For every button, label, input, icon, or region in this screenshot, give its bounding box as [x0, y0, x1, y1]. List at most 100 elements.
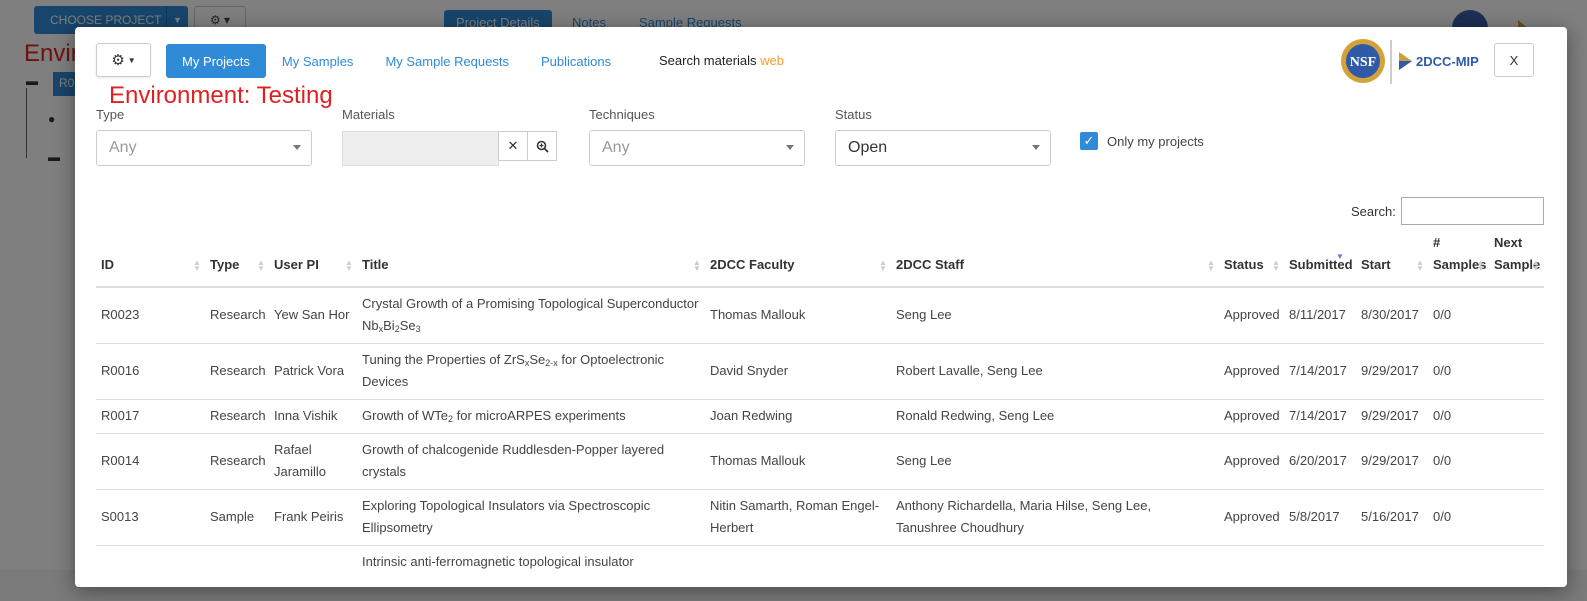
col-header-label: 2DCC Faculty — [710, 257, 795, 272]
col-header-title[interactable]: Title ▲ ▼ — [357, 232, 705, 288]
projects-modal: ⚙ ▼ My Projects My Samples My Sample Req… — [75, 27, 1567, 601]
cell-faculty: David Snyder — [705, 342, 891, 399]
cell-title: Growth of WTe2 for microARPES experiment… — [357, 398, 705, 433]
nav-publications[interactable]: Publications — [525, 44, 627, 78]
cell-pi: Frank Peiris — [269, 488, 357, 545]
check-icon: ✓ — [1083, 133, 1095, 148]
cell-type: Research — [205, 342, 269, 399]
status-filter-label: Status — [835, 107, 872, 122]
col-header-type[interactable]: Type ▲ ▼ — [205, 232, 269, 288]
cell-submitted: 7/14/2017 — [1284, 398, 1356, 433]
title-part: Se — [399, 318, 416, 334]
cell-pi — [269, 544, 357, 601]
sort-icon: ▲ ▼ — [693, 258, 701, 273]
table-search-input[interactable] — [1401, 197, 1544, 225]
sort-icon: ▲ ▼ — [1532, 258, 1540, 273]
techniques-filter-label: Techniques — [589, 107, 655, 122]
col-header-faculty[interactable]: 2DCC Faculty ▲ ▼ — [705, 232, 891, 288]
cell-samples: 0/0 — [1428, 342, 1489, 399]
sort-icon: ▲ ▼ — [1272, 258, 1280, 273]
title-part: Se — [529, 352, 546, 367]
settings-menu-button[interactable]: ⚙ ▼ — [96, 43, 151, 77]
col-header-label: Title — [362, 257, 389, 272]
clear-materials-button[interactable]: ✕ — [498, 131, 528, 161]
cell-title: Exploring Topological Insulators via Spe… — [357, 488, 705, 545]
cell-next-sample — [1489, 342, 1544, 399]
col-header-label: Status — [1224, 257, 1264, 272]
sort-icon: ▲ ▼ — [1207, 258, 1215, 273]
col-header-start[interactable]: Start ▲ ▼ — [1356, 232, 1428, 288]
cell-title: Tuning the Properties of ZrSxSe2-x for O… — [357, 342, 705, 399]
status-select[interactable]: Open — [835, 130, 1051, 166]
type-select[interactable]: Any — [96, 130, 312, 166]
cell-staff: Seng Lee — [891, 286, 1219, 343]
sort-icon: ▲ ▼ — [1477, 258, 1485, 273]
cell-samples — [1428, 544, 1489, 601]
col-header-next-sample[interactable]: Next Sample ▲ ▼ — [1489, 232, 1544, 288]
col-header-submitted[interactable]: Submitted ▼ — [1284, 232, 1356, 288]
table-search-label: Search: — [1351, 204, 1396, 219]
chevron-down-icon — [293, 145, 301, 150]
type-filter-label: Type — [96, 107, 125, 122]
close-button[interactable]: X — [1494, 43, 1534, 77]
cell-type — [205, 544, 269, 601]
materials-input[interactable] — [342, 131, 499, 166]
cell-next-sample — [1489, 286, 1544, 343]
cell-pi: Inna Vishik — [269, 398, 357, 433]
logo: NSF 2DCC-MIP — [1338, 36, 1493, 86]
cell-start: 9/29/2017 — [1356, 342, 1428, 399]
cell-next-sample — [1489, 544, 1544, 601]
table-row[interactable]: R0016 Research Patrick Vora Tuning the P… — [96, 342, 1544, 399]
cell-staff: Anthony Richardella, Maria Hilse, Seng L… — [891, 488, 1219, 545]
cell-title: Intrinsic anti-ferromagnetic topological… — [357, 544, 705, 601]
cell-pi: Patrick Vora — [269, 342, 357, 399]
cell-submitted: 6/20/2017 — [1284, 432, 1356, 489]
cell-id — [96, 544, 205, 601]
nav-my-sample-requests[interactable]: My Sample Requests — [369, 44, 525, 78]
col-header-status[interactable]: Status ▲ ▼ — [1219, 232, 1284, 288]
modal-nav: My Projects My Samples My Sample Request… — [166, 44, 627, 78]
cell-staff: Robert Lavalle, Seng Lee — [891, 342, 1219, 399]
col-header-user-pi[interactable]: User PI ▲ ▼ — [269, 232, 357, 288]
cell-staff — [891, 544, 1219, 601]
cell-start: 5/16/2017 — [1356, 488, 1428, 545]
materials-filter-label: Materials — [342, 107, 395, 122]
logo-text: 2DCC-MIP — [1416, 54, 1479, 69]
cell-id: R0017 — [96, 398, 205, 433]
sort-icon: ▲ ▼ — [257, 258, 265, 273]
only-my-projects-checkbox[interactable]: ✓ — [1080, 132, 1098, 150]
status-select-value: Open — [848, 139, 888, 156]
col-header-label: Type — [210, 257, 240, 272]
gear-icon: ⚙ — [111, 52, 125, 69]
cell-status: Approved — [1219, 342, 1284, 399]
cell-status: Approved — [1219, 286, 1284, 343]
cell-title: Crystal Growth of a Promising Topologica… — [357, 286, 705, 343]
search-materials-link[interactable]: Search materials web — [659, 53, 784, 68]
cell-id: R0014 — [96, 432, 205, 489]
sort-icon: ▲ ▼ — [345, 258, 353, 273]
cell-title: Growth of chalcogenide Ruddlesden-Popper… — [357, 432, 705, 489]
table-row[interactable]: R0017 Research Inna Vishik Growth of WTe… — [96, 398, 1544, 433]
table-row[interactable]: Intrinsic anti-ferromagnetic topological… — [96, 544, 1544, 601]
cell-staff: Seng Lee — [891, 432, 1219, 489]
nav-my-samples[interactable]: My Samples — [266, 44, 370, 78]
search-materials-button[interactable] — [527, 131, 557, 161]
cell-submitted: 5/8/2017 — [1284, 488, 1356, 545]
col-header-staff[interactable]: 2DCC Staff ▲ ▼ — [891, 232, 1219, 288]
cell-type: Research — [205, 432, 269, 489]
cell-type: Research — [205, 398, 269, 433]
col-header-samples[interactable]: # Samples ▲ ▼ — [1428, 232, 1489, 288]
table-row[interactable]: R0014 Research Rafael Jaramillo Growth o… — [96, 432, 1544, 489]
nav-my-projects[interactable]: My Projects — [166, 44, 266, 78]
sort-icon: ▲ ▼ — [1416, 258, 1424, 273]
table-row[interactable]: S0013 Sample Frank Peiris Exploring Topo… — [96, 488, 1544, 545]
techniques-select[interactable]: Any — [589, 130, 805, 166]
sort-icon: ▲ ▼ — [193, 258, 201, 273]
col-header-id[interactable]: ID ▲ ▼ — [96, 232, 205, 288]
search-materials-text: Search materials — [659, 53, 757, 68]
only-my-projects-label: Only my projects — [1107, 134, 1204, 149]
table-row[interactable]: R0023 Research Yew San Hor Crystal Growt… — [96, 286, 1544, 343]
cell-type: Research — [205, 286, 269, 343]
cell-samples: 0/0 — [1428, 286, 1489, 343]
cell-next-sample — [1489, 398, 1544, 433]
